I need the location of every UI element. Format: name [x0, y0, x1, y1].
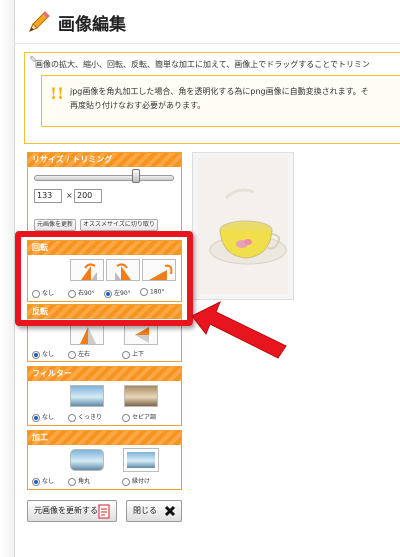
process-rounded-tile[interactable]: [70, 449, 104, 471]
flip-option-none[interactable]: なし: [32, 349, 54, 359]
teacup-image: [198, 158, 288, 294]
filter-sepia-tile[interactable]: [124, 385, 158, 407]
flip-vertical-tile[interactable]: [124, 323, 158, 345]
close-icon: [164, 505, 176, 517]
filter-radio-0[interactable]: [32, 413, 40, 422]
filter-option-sepia[interactable]: セピア調: [122, 412, 156, 422]
filter-option-none[interactable]: なし: [32, 412, 54, 422]
update-image-button[interactable]: 元画像を更新する: [27, 500, 117, 522]
flip-option-horizontal[interactable]: 左右: [68, 349, 90, 359]
page-title: 画像編集: [58, 15, 126, 35]
flip-radio-1[interactable]: [68, 350, 76, 359]
flip-radio-2[interactable]: [122, 350, 130, 359]
exclamation-icon: !!: [50, 84, 65, 103]
filter-option-sharp[interactable]: くっきり: [68, 412, 102, 422]
resize-panel: リサイズ / トリミング 133 × 200 元画像を更新 オススメサイズに切り…: [27, 152, 182, 234]
process-radio-0[interactable]: [32, 477, 40, 486]
recommend-size-button[interactable]: オススメサイズに切り取り: [80, 219, 158, 231]
document-icon: [98, 504, 110, 519]
size-slider-thumb[interactable]: [131, 169, 140, 183]
restore-size-button[interactable]: 元画像を更新: [34, 219, 77, 231]
filter-radio-2[interactable]: [122, 413, 130, 422]
note-text-1: jpg画像を角丸加工した場合、角を透明化する為にpng画像に自動変換されます。そ: [70, 87, 369, 96]
description-box: ✎ 画像の拡大、縮小、回転、反転、簡単な加工に加えて、画像上でドラッグすることで…: [24, 52, 400, 144]
height-input[interactable]: 200: [74, 189, 102, 203]
filter-panel-title: フィルター: [28, 367, 181, 381]
image-preview[interactable]: [192, 152, 294, 300]
flip-horizontal-icon: [80, 327, 96, 344]
filter-radio-1[interactable]: [68, 413, 76, 422]
flip-vertical-icon: [135, 327, 149, 343]
filter-sharp-tile[interactable]: [70, 385, 104, 407]
resize-panel-title: リサイズ / トリミング: [28, 153, 181, 167]
process-option-rounded[interactable]: 角丸: [68, 476, 90, 486]
close-label: 閉じる: [133, 506, 157, 515]
pencil-icon: [29, 11, 50, 32]
description-text: 画像の拡大、縮小、回転、反転、簡単な加工に加えて、画像上でドラッグすることでトリ…: [35, 60, 370, 69]
size-slider[interactable]: [34, 175, 174, 181]
close-button[interactable]: 閉じる: [126, 500, 182, 522]
process-panel: 加工 なし 角丸 縁付け: [27, 430, 182, 490]
process-option-none[interactable]: なし: [32, 476, 54, 486]
filter-panel: フィルター なし くっきり セピア調: [27, 366, 182, 426]
highlight-frame: [15, 231, 193, 326]
highlight-arrow-icon: [191, 300, 287, 359]
process-option-border[interactable]: 縁付け: [122, 476, 150, 486]
flip-horizontal-tile[interactable]: [70, 323, 104, 345]
process-radio-2[interactable]: [122, 477, 130, 486]
times-sign: ×: [66, 191, 73, 200]
flip-radio-0[interactable]: [32, 350, 40, 359]
title-bar: 画像編集: [14, 0, 400, 44]
process-border-tile[interactable]: [123, 448, 159, 472]
note-text-2: 再度貼り付けなおす必要があります。: [70, 101, 206, 110]
width-input[interactable]: 133: [34, 189, 62, 203]
note-box: !! jpg画像を角丸加工した場合、角を透明化する為にpng画像に自動変換されま…: [41, 75, 400, 127]
window-shadow: [0, 0, 14, 557]
flip-option-vertical[interactable]: 上下: [122, 349, 144, 359]
process-radio-1[interactable]: [68, 477, 76, 486]
process-panel-title: 加工: [28, 431, 181, 445]
update-image-label: 元画像を更新する: [34, 506, 98, 515]
